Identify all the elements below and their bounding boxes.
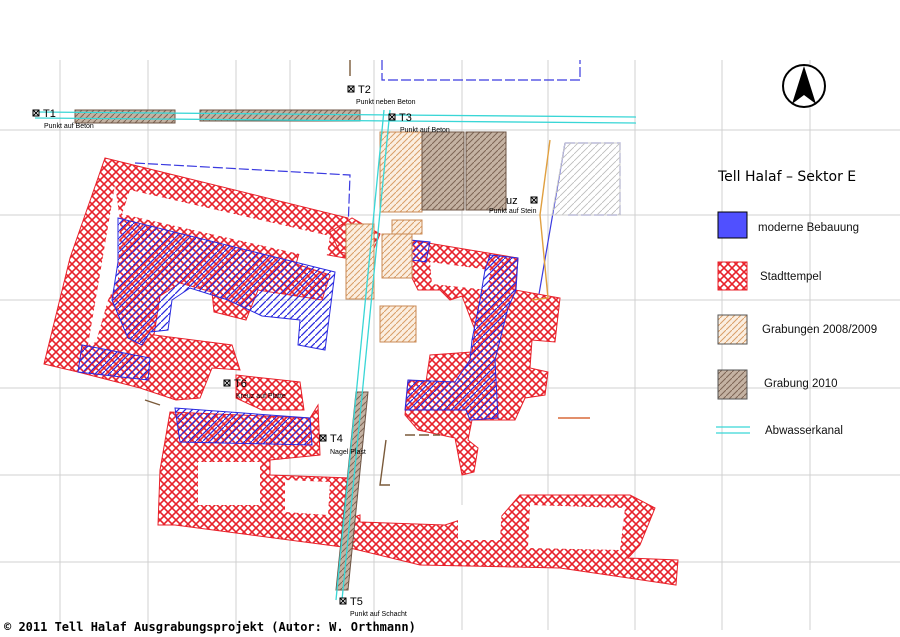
point-note: Punkt auf Stein — [489, 208, 537, 215]
legend: Tell Halaf – Sektor E moderne Bebauung S… — [716, 169, 877, 437]
point-note: Punkt auf Beton — [44, 123, 94, 130]
point-note: Punkt auf Schacht — [350, 611, 407, 618]
legend-label-grabungen-2008-2009: Grabungen 2008/2009 — [762, 324, 877, 336]
north-arrow-icon — [782, 64, 826, 108]
point-t2: T2 Punkt neben Beton — [347, 84, 416, 106]
legend-label-stadttempel: Stadttempel — [760, 271, 821, 283]
hatched-area-east — [551, 142, 621, 216]
point-note: Nagel Plast — [330, 449, 366, 456]
legend-label-grabung-2010: Grabung 2010 — [764, 378, 838, 390]
legend-swatch-stadttempel — [717, 261, 748, 291]
point-note: Kreuz auf Platte — [236, 393, 286, 400]
legend-label-abwasserkanal: Abwasserkanal — [765, 425, 843, 437]
legend-title: Tell Halaf – Sektor E — [717, 169, 856, 185]
grabungen-2008-2009-area — [345, 131, 423, 343]
point-note: Punkt neben Beton — [356, 99, 416, 106]
point-label: T4 — [330, 433, 343, 445]
legend-label-modern: moderne Bebauung — [758, 222, 859, 234]
legend-swatch-modern — [717, 211, 748, 239]
legend-swatch-abwasserkanal — [716, 426, 750, 434]
point-label: T6 — [234, 378, 247, 390]
point-label: T5 — [350, 596, 363, 608]
point-label: T3 — [399, 112, 412, 124]
point-t5: T5 Punkt auf Schacht — [339, 596, 407, 618]
point-label: T2 — [358, 84, 371, 96]
legend-swatch-grabung-2010 — [717, 369, 748, 400]
point-label: uz — [506, 195, 518, 207]
legend-swatch-grabungen-2008-2009 — [717, 314, 748, 345]
point-note: Punkt auf Beton — [400, 127, 450, 134]
site-plan-map: T1 Punkt auf Beton T2 Punkt neben Beton … — [0, 60, 900, 634]
copyright-text: © 2011 Tell Halaf Ausgrabungsprojekt (Au… — [4, 620, 416, 634]
point-label: T1 — [43, 108, 56, 120]
